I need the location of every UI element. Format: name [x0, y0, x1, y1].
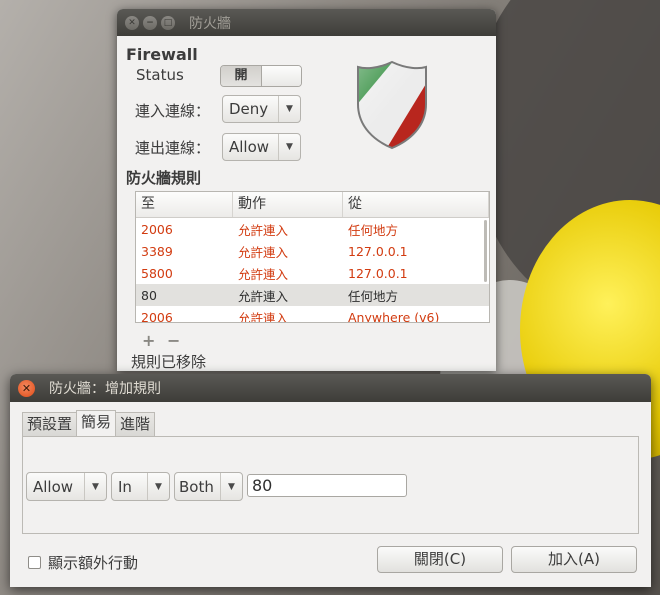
add-button[interactable]: 加入(A) — [511, 546, 637, 573]
rule-from: 127.0.0.1 — [348, 265, 408, 281]
rule-from: 任何地方 — [348, 288, 399, 304]
column-header-action[interactable]: 動作 — [233, 192, 343, 217]
incoming-policy-value: Deny — [229, 100, 269, 118]
table-row-selected[interactable]: 80 允許連入 任何地方 — [136, 284, 489, 306]
rule-action: 允許連入 — [238, 222, 289, 238]
incoming-policy-select[interactable]: Deny ▼ — [222, 95, 301, 123]
direction-select[interactable]: In ▼ — [111, 472, 170, 501]
firewall-heading: Firewall — [126, 45, 198, 64]
status-toggle-knob[interactable] — [262, 66, 301, 86]
status-message: 規則已移除 — [131, 353, 207, 371]
table-row[interactable]: 2006 允許連入 Anywhere (v6) — [136, 306, 489, 323]
chevron-down-icon: ▼ — [84, 473, 106, 500]
protocol-value: Both — [179, 477, 214, 496]
protocol-select[interactable]: Both ▼ — [174, 472, 243, 501]
column-header-from[interactable]: 從 — [343, 192, 489, 217]
close-icon[interactable]: ✕ — [18, 379, 35, 397]
tab-preconfigured[interactable]: 預設置 — [22, 412, 78, 436]
status-toggle-on-label: 開 — [221, 66, 262, 86]
rule-action: 允許連入 — [238, 288, 289, 304]
dialog-titlebar: ✕ 防火牆：增加規則 — [10, 374, 651, 402]
port-input[interactable]: 80 — [247, 474, 407, 497]
add-rule-dialog: ✕ 防火牆：增加規則 預設置 簡易 進階 Allow ▼ In ▼ Both ▼… — [10, 374, 651, 587]
window-title: 防火牆 — [189, 15, 231, 32]
rule-from: Anywhere (v6) — [348, 309, 440, 323]
table-row[interactable]: 5800 允許連入 127.0.0.1 — [136, 262, 489, 284]
column-header-to[interactable]: 至 — [136, 192, 233, 217]
rule-to: 2006 — [141, 221, 173, 237]
rules-table-header: 至 動作 從 — [136, 192, 489, 218]
tab-simple[interactable]: 簡易 — [76, 410, 117, 436]
policy-select[interactable]: Allow ▼ — [26, 472, 107, 501]
rules-table[interactable]: 至 動作 從 2006 允許連入 任何地方 3389 允許連入 127.0.0.… — [135, 191, 490, 323]
rule-action: 允許連入 — [238, 244, 289, 260]
rule-to: 5800 — [141, 265, 173, 281]
chevron-down-icon: ▼ — [220, 473, 242, 500]
rule-action: 允許連入 — [238, 266, 289, 282]
add-rule-button[interactable]: + — [142, 331, 155, 350]
chevron-down-icon: ▼ — [278, 134, 300, 160]
rules-scrollbar[interactable] — [484, 220, 487, 282]
table-row[interactable]: 3389 允許連入 127.0.0.1 — [136, 240, 489, 262]
rule-action: 允許連入 — [238, 310, 289, 323]
remove-rule-button[interactable]: − — [167, 331, 180, 350]
chevron-down-icon: ▼ — [147, 473, 169, 500]
maximize-icon[interactable]: □ — [161, 15, 175, 30]
policy-value: Allow — [33, 477, 74, 496]
outgoing-policy-select[interactable]: Allow ▼ — [222, 133, 301, 161]
status-label: Status — [136, 66, 184, 84]
chevron-down-icon: ▼ — [278, 96, 300, 122]
minimize-icon[interactable]: − — [143, 15, 157, 30]
outgoing-policy-value: Allow — [229, 138, 270, 156]
tab-advanced[interactable]: 進階 — [115, 412, 156, 436]
incoming-label: 連入連線： — [135, 102, 211, 120]
rule-to: 80 — [141, 287, 157, 303]
rule-from: 任何地方 — [348, 222, 399, 238]
titlebar: ✕ − □ 防火牆 — [117, 9, 496, 36]
rule-from: 127.0.0.1 — [348, 243, 408, 259]
dialog-title: 防火牆：增加規則 — [49, 381, 161, 397]
rule-to: 2006 — [141, 309, 173, 323]
firewall-window: ✕ − □ 防火牆 Firewall Status 開 連入連線： Deny ▼… — [117, 9, 496, 371]
outgoing-label: 連出連線： — [135, 139, 211, 157]
checkbox-box[interactable] — [28, 556, 41, 569]
close-button[interactable]: 關閉(C) — [377, 546, 503, 573]
extra-actions-checkbox[interactable]: 顯示額外行動 — [28, 552, 138, 573]
table-row[interactable]: 2006 允許連入 任何地方 — [136, 218, 489, 240]
direction-value: In — [118, 477, 132, 496]
rule-to: 3389 — [141, 243, 173, 259]
rules-heading: 防火牆規則 — [126, 169, 202, 187]
dialog-tabs: 預設置 簡易 進階 — [22, 410, 156, 436]
firewall-shield-logo — [357, 60, 427, 150]
status-toggle[interactable]: 開 — [220, 65, 302, 87]
checkbox-label: 顯示額外行動 — [48, 554, 139, 572]
simple-tab-panel: Allow ▼ In ▼ Both ▼ 80 — [22, 436, 639, 534]
close-icon[interactable]: ✕ — [125, 15, 139, 30]
